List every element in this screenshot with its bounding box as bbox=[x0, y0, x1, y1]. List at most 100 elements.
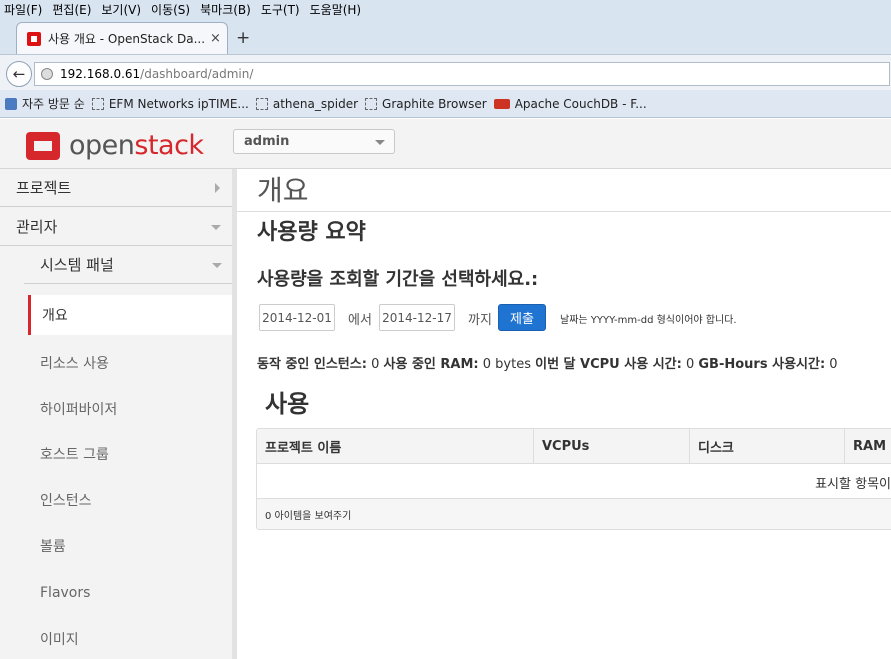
chevron-down-icon bbox=[375, 140, 385, 145]
active-ram-label: 사용 중인 RAM: bbox=[383, 357, 479, 372]
sidebar-item-volumes[interactable]: 볼륨 bbox=[28, 526, 237, 566]
start-date-input[interactable]: 2014-12-01 bbox=[259, 304, 335, 331]
page-icon bbox=[91, 97, 104, 110]
sidebar-item-overview[interactable]: 개요 bbox=[28, 295, 237, 335]
logo-text-open: open bbox=[69, 130, 135, 161]
url-host: 192.168.0.61 bbox=[60, 67, 141, 81]
sidebar-item-flavors[interactable]: Flavors bbox=[28, 573, 237, 613]
period-select-heading: 사용량을 조회할 기간을 선택하세요.: bbox=[257, 269, 539, 290]
empty-message: 표시할 항목이 bbox=[815, 477, 891, 492]
openstack-favicon-icon bbox=[27, 31, 41, 46]
sidebar-admin-label: 관리자 bbox=[16, 218, 58, 236]
navigation-bar: ← 192.168.0.61/dashboard/admin/ bbox=[0, 54, 891, 90]
bookmark-most-visited[interactable]: 자주 방문 순 bbox=[5, 95, 85, 112]
sidebar-project-label: 프로젝트 bbox=[16, 179, 72, 197]
sidebar-item-label: 리소스 사용 bbox=[40, 356, 109, 372]
back-arrow-icon: ← bbox=[12, 65, 26, 83]
to-label: 까지 bbox=[468, 313, 492, 328]
most-visited-icon bbox=[5, 97, 17, 110]
table-header: 프로젝트 이름 VCPUs 디스크 RAM bbox=[257, 429, 891, 464]
date-format-hint: 날짜는 YYYY-mm-dd 형식이어야 합니다. bbox=[560, 315, 737, 326]
sidebar-item-label: 볼륨 bbox=[40, 539, 66, 555]
sidebar-item-host-aggregates[interactable]: 호스트 그룹 bbox=[28, 434, 237, 474]
page-icon bbox=[365, 97, 378, 110]
usage-table: 프로젝트 이름 VCPUs 디스크 RAM 표시할 항목이 0 아이템을 보여주… bbox=[256, 428, 891, 530]
usage-summary-heading: 사용량 요약 bbox=[257, 220, 366, 245]
column-header-disk[interactable]: 디스크 bbox=[690, 429, 845, 464]
menu-edit[interactable]: 편집(E) bbox=[52, 1, 91, 18]
menu-view[interactable]: 보기(V) bbox=[101, 1, 141, 18]
bookmark-efm[interactable]: EFM Networks ipTIME... bbox=[91, 96, 249, 111]
bookmark-athena[interactable]: athena_spider bbox=[255, 96, 359, 111]
sidebar-item-instances[interactable]: 인스턴스 bbox=[28, 480, 237, 520]
usage-stats: 동작 중인 인스턴스: 0 사용 중인 RAM: 0 bytes 이번 달 VC… bbox=[257, 353, 838, 372]
from-label: 에서 bbox=[348, 313, 372, 328]
sidebar-admin[interactable]: 관리자 bbox=[0, 208, 232, 246]
new-tab-button[interactable]: + bbox=[236, 28, 250, 48]
sidebar-panel-label: 시스템 패널 bbox=[40, 256, 114, 274]
active-instances-value: 0 bbox=[371, 357, 380, 372]
active-ram-value: 0 bytes bbox=[482, 357, 531, 372]
bookmark-graphite[interactable]: Graphite Browser bbox=[365, 97, 487, 111]
project-select-value: admin bbox=[244, 134, 290, 149]
main-content: 개요 사용량 요약 사용량을 조회할 기간을 선택하세요.: 2014-12-0… bbox=[237, 169, 891, 659]
menu-go[interactable]: 이동(S) bbox=[151, 1, 190, 18]
active-instances-label: 동작 중인 인스턴스: bbox=[257, 357, 367, 372]
menu-help[interactable]: 도움말(H) bbox=[310, 1, 362, 18]
chevron-right-icon bbox=[215, 183, 220, 193]
menu-tools[interactable]: 도구(T) bbox=[261, 1, 300, 18]
sidebar-item-label: 호스트 그룹 bbox=[40, 447, 109, 463]
sidebar-item-label: 이미지 bbox=[40, 632, 79, 648]
openstack-logo[interactable]: open stack bbox=[26, 130, 204, 161]
sidebar-item-label: 개요 bbox=[42, 308, 68, 324]
tab-title: 사용 개요 - OpenStack Da... bbox=[48, 32, 206, 46]
globe-icon bbox=[41, 68, 53, 80]
logo-text-stack: stack bbox=[134, 130, 204, 161]
bookmark-label: EFM Networks ipTIME... bbox=[108, 96, 249, 111]
app-header: open stack admin bbox=[0, 119, 891, 169]
end-date-input[interactable]: 2014-12-17 bbox=[379, 304, 455, 331]
sidebar-system-panel[interactable]: 시스템 패널 bbox=[24, 246, 232, 284]
column-header-project-name[interactable]: 프로젝트 이름 bbox=[257, 429, 534, 464]
back-button[interactable]: ← bbox=[6, 61, 32, 87]
bookmarks-bar: 자주 방문 순 EFM Networks ipTIME... athena_sp… bbox=[0, 90, 891, 118]
chevron-down-icon bbox=[212, 263, 222, 268]
submit-button[interactable]: 제출 bbox=[498, 304, 546, 331]
browser-menubar: 파일(F) 편집(E) 보기(V) 이동(S) 북마크(B) 도구(T) 도움말… bbox=[0, 0, 891, 18]
couchdb-icon bbox=[493, 98, 510, 109]
page-icon bbox=[255, 97, 268, 110]
sidebar: 프로젝트 관리자 시스템 패널 개요 리소스 사용 하이퍼바이저 호스트 그룹 … bbox=[0, 169, 237, 659]
sidebar-item-images[interactable]: 이미지 bbox=[28, 619, 237, 659]
tab-close-icon[interactable]: × bbox=[210, 31, 221, 46]
bookmark-label: Graphite Browser bbox=[382, 96, 487, 111]
project-select[interactable]: admin bbox=[233, 129, 395, 154]
sidebar-item-resource-usage[interactable]: 리소스 사용 bbox=[28, 343, 237, 383]
menu-bookmarks[interactable]: 북마크(B) bbox=[200, 1, 251, 18]
chevron-down-icon bbox=[211, 225, 221, 230]
url-path: /dashboard/admin/ bbox=[140, 67, 254, 81]
sidebar-item-hypervisors[interactable]: 하이퍼바이저 bbox=[28, 389, 237, 429]
page-title: 개요 bbox=[257, 174, 309, 207]
bookmark-label: 자주 방문 순 bbox=[22, 97, 85, 111]
usage-heading: 사용 bbox=[265, 390, 310, 418]
sidebar-item-label: Flavors bbox=[40, 585, 91, 601]
table-empty-row: 표시할 항목이 bbox=[257, 464, 891, 499]
table-footer: 0 아이템을 보여주기 bbox=[257, 499, 891, 529]
sidebar-item-label: 인스턴스 bbox=[40, 493, 92, 509]
sidebar-project[interactable]: 프로젝트 bbox=[0, 169, 232, 207]
tab-strip: 사용 개요 - OpenStack Da... × + bbox=[0, 18, 891, 54]
column-header-ram[interactable]: RAM bbox=[845, 429, 891, 464]
title-divider bbox=[237, 211, 891, 212]
column-header-vcpus[interactable]: VCPUs bbox=[534, 429, 690, 464]
bookmark-couchdb[interactable]: Apache CouchDB - F... bbox=[493, 96, 647, 111]
menu-file[interactable]: 파일(F) bbox=[4, 1, 42, 18]
vcpu-hours-label: 이번 달 VCPU 사용 시간: bbox=[535, 357, 682, 372]
vcpu-hours-value: 0 bbox=[685, 357, 695, 372]
bookmark-label: athena_spider bbox=[272, 96, 359, 111]
gb-hours-label: GB-Hours 사용시간: bbox=[698, 357, 826, 372]
sidebar-item-label: 하이퍼바이저 bbox=[40, 402, 118, 418]
bookmark-label: Apache CouchDB - F... bbox=[514, 96, 647, 111]
url-bar[interactable]: 192.168.0.61/dashboard/admin/ bbox=[34, 62, 890, 86]
browser-tab[interactable]: 사용 개요 - OpenStack Da... × bbox=[16, 22, 228, 54]
openstack-logo-icon bbox=[26, 131, 60, 160]
